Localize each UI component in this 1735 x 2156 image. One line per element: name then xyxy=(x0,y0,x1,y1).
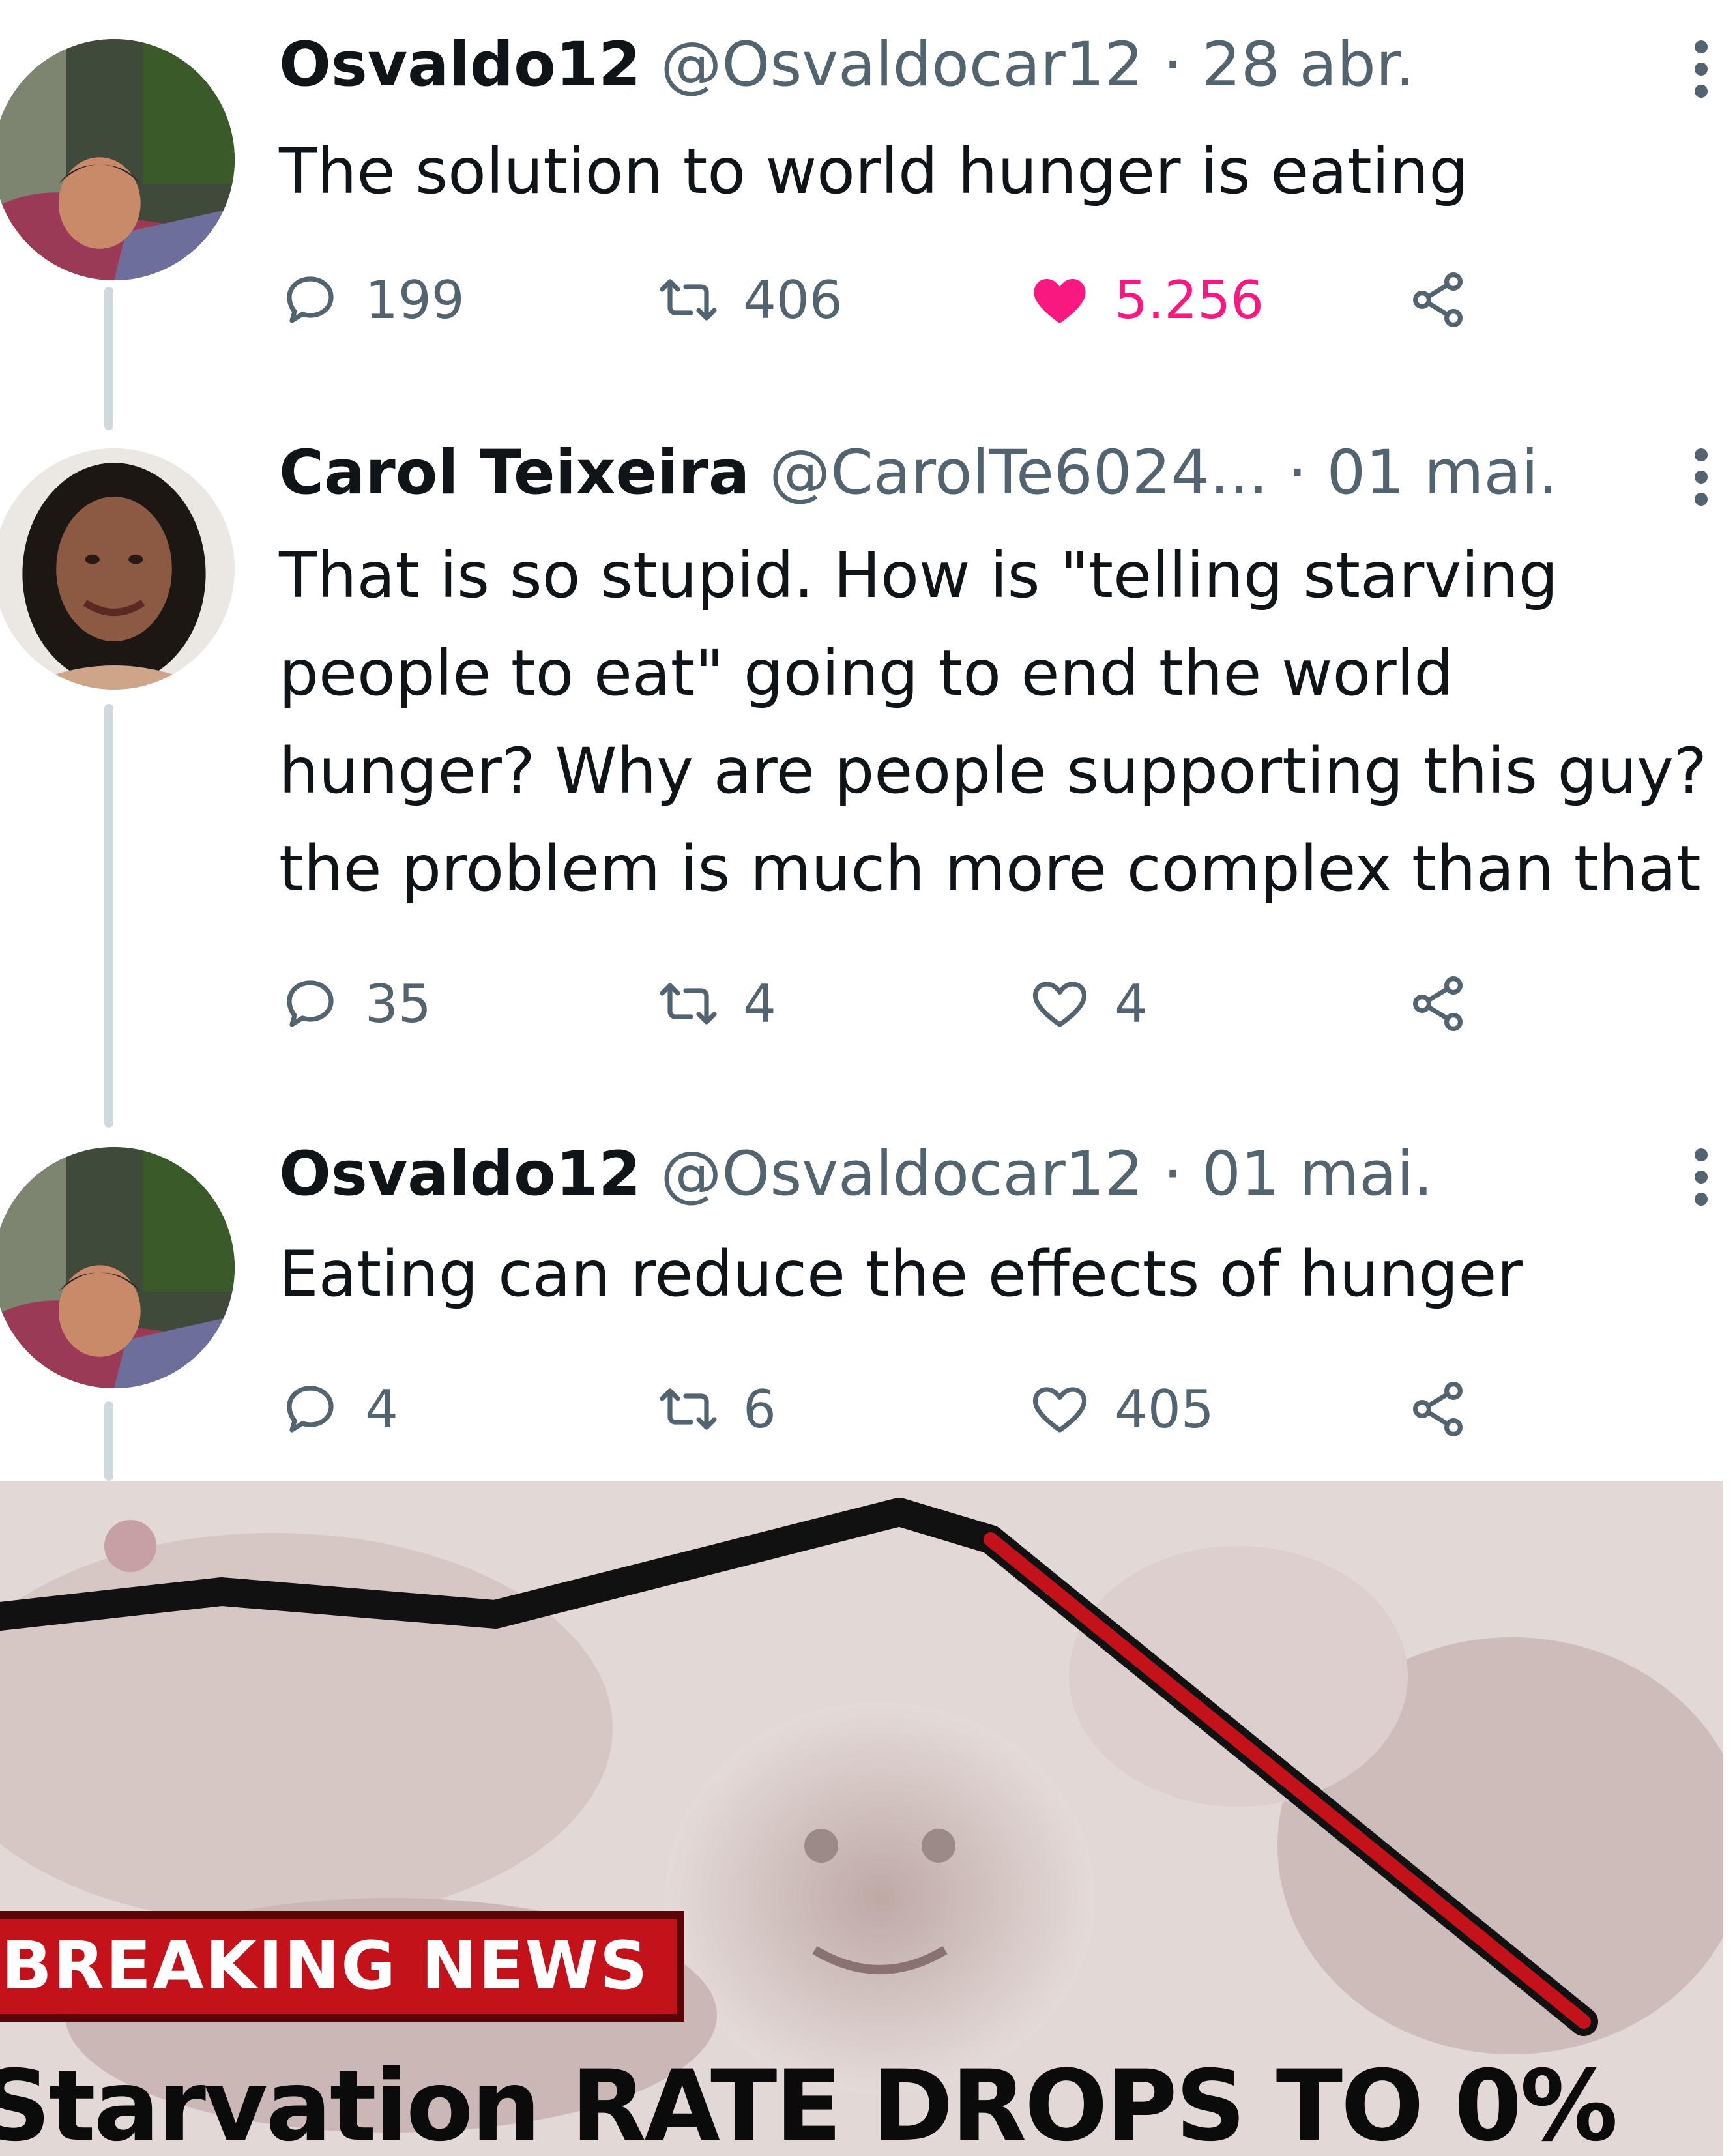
reply-icon xyxy=(287,980,334,1027)
retweet-count: 4 xyxy=(743,973,776,1034)
tweet-text-line: Eating can reduce the effects of hunger xyxy=(279,1238,1523,1311)
like-count: 405 xyxy=(1115,1378,1214,1440)
reply-icon xyxy=(287,276,334,323)
more-icon[interactable] xyxy=(1695,1148,1708,1215)
share-icon xyxy=(1413,272,1463,327)
heart-icon xyxy=(1033,1387,1086,1433)
tweet-text-line: people to eat" going to end the world xyxy=(279,637,1454,710)
tweet-text: The solution to world hunger is eating xyxy=(279,123,1468,220)
retweet-count: 406 xyxy=(743,269,843,330)
like-button[interactable]: 5.256 xyxy=(1028,267,1264,332)
tweet-actions: 35 4 4 xyxy=(279,971,1517,1036)
tweet-date[interactable]: 01 mai. xyxy=(1202,1139,1433,1210)
retweet-count: 6 xyxy=(743,1378,776,1440)
avatar[interactable] xyxy=(0,448,235,690)
reply-button[interactable]: 35 xyxy=(279,971,431,1036)
share-button[interactable] xyxy=(1407,971,1469,1036)
retweet-icon xyxy=(660,279,717,321)
heart-icon xyxy=(1034,279,1086,323)
separator: · xyxy=(1287,437,1307,508)
reply-count: 4 xyxy=(365,1378,398,1440)
meme-headline: Starvation RATE DROPS TO 0% xyxy=(0,2050,1618,2156)
tweet-text-line: hunger? Why are people supporting this g… xyxy=(279,735,1708,808)
reply-button[interactable]: 4 xyxy=(279,1377,398,1442)
tweet-text: Eating can reduce the effects of hunger xyxy=(279,1225,1523,1323)
display-name[interactable]: Osvaldo12 xyxy=(279,1139,641,1210)
reply-icon xyxy=(287,1386,334,1433)
user-handle[interactable]: @Osvaldocar12 xyxy=(660,29,1143,100)
thread-line xyxy=(104,704,113,1128)
tweet-text: That is so stupid. How is "telling starv… xyxy=(279,527,1707,918)
thread-line xyxy=(104,1401,113,1481)
retweet-icon xyxy=(660,983,717,1025)
thread-line xyxy=(104,287,113,430)
avatar[interactable] xyxy=(0,1147,235,1388)
like-button[interactable]: 405 xyxy=(1028,1377,1214,1442)
meme-image[interactable]: BREAKING NEWS Starvation RATE DROPS TO 0… xyxy=(0,1481,1723,2156)
display-name[interactable]: Osvaldo12 xyxy=(279,29,641,100)
tweet-actions: 199 406 5.256 xyxy=(279,267,1517,332)
user-handle[interactable]: @Osvaldocar12 xyxy=(660,1139,1143,1210)
separator: · xyxy=(1163,1139,1183,1210)
reply-button[interactable]: 199 xyxy=(279,267,465,332)
tweet-text-line: the problem is much more complex than th… xyxy=(279,832,1701,905)
avatar[interactable] xyxy=(0,39,235,280)
more-icon[interactable] xyxy=(1695,40,1708,107)
tweet-text-line: That is so stupid. How is "telling starv… xyxy=(279,539,1558,612)
reply-count: 199 xyxy=(365,269,465,330)
separator: · xyxy=(1163,29,1183,100)
share-button[interactable] xyxy=(1407,1377,1469,1442)
tweet-header: Osvaldo12 @Osvaldocar12 · 28 abr. xyxy=(279,33,1415,98)
share-button[interactable] xyxy=(1407,267,1469,332)
retweet-icon xyxy=(660,1388,717,1430)
retweet-button[interactable]: 6 xyxy=(657,1377,776,1442)
reply-count: 35 xyxy=(365,973,431,1034)
user-handle[interactable]: @CarolTe6024... xyxy=(769,437,1268,508)
heart-icon xyxy=(1033,982,1086,1027)
tweet-header: Osvaldo12 @Osvaldocar12 · 01 mai. xyxy=(279,1142,1433,1207)
tweet-date[interactable]: 28 abr. xyxy=(1202,29,1415,100)
display-name[interactable]: Carol Teixeira xyxy=(279,437,750,508)
more-icon[interactable] xyxy=(1695,448,1708,515)
tweet-actions: 4 6 405 xyxy=(279,1377,1517,1442)
retweet-button[interactable]: 406 xyxy=(657,267,843,332)
share-icon xyxy=(1413,1382,1463,1436)
breaking-news-banner: BREAKING NEWS xyxy=(0,1911,684,2022)
tweet-text-line: The solution to world hunger is eating xyxy=(279,135,1469,208)
tweet-header: Carol Teixeira @CarolTe6024... · 01 mai. xyxy=(279,441,1558,506)
tweet-date[interactable]: 01 mai. xyxy=(1326,437,1558,508)
like-button[interactable]: 4 xyxy=(1028,971,1148,1036)
like-count: 4 xyxy=(1115,973,1148,1034)
share-icon xyxy=(1413,976,1463,1031)
retweet-button[interactable]: 4 xyxy=(657,971,776,1036)
like-count: 5.256 xyxy=(1115,269,1264,330)
